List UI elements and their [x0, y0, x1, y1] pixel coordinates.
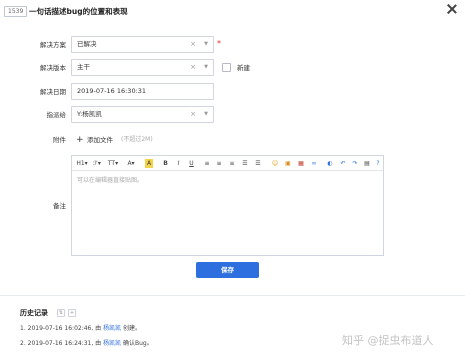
new-build-checkbox[interactable]	[222, 63, 231, 72]
comment-label: 备注	[53, 202, 66, 210]
build-value: 主干	[77, 63, 90, 71]
table-icon[interactable]: ▦	[297, 159, 305, 168]
history-entry-user[interactable]: 杨凯凯	[103, 325, 121, 332]
clear-icon[interactable]: ×	[190, 37, 196, 52]
date-value: 2019-07-16 16:30:31	[77, 87, 147, 95]
history-entry: 2. 2019-07-16 16:24:31, 由 杨凯凯 确认Bug。	[20, 339, 153, 348]
resolution-label: 解决方案	[40, 41, 66, 49]
bug-id-badge: 1539	[4, 6, 28, 17]
redo-icon[interactable]: ↷	[351, 159, 359, 168]
clear-format-icon[interactable]: ◐	[326, 159, 334, 168]
clear-icon[interactable]: ×	[190, 60, 196, 75]
divider	[0, 295, 465, 296]
emoji-icon[interactable]: ☺	[271, 159, 279, 168]
comment-editor[interactable]: H1▾ ℱ▾ TT▾ A▾ A B I U ≡ ≡ ≡ ☰ ☰ ☺ ▣ ▦ ∞ …	[71, 155, 384, 256]
history-entry-prefix: 1. 2019-07-16 16:02:46, 由	[20, 325, 104, 332]
new-build-label: 新建	[237, 64, 250, 72]
resolution-select[interactable]: 已解决 × ▼	[71, 36, 214, 53]
history-entry-action: 创建。	[121, 325, 142, 332]
close-icon[interactable]	[446, 3, 458, 15]
align-right-icon[interactable]: ≡	[228, 159, 236, 168]
history-entry-prefix: 2. 2019-07-16 16:24:31, 由	[20, 340, 104, 347]
font-size-icon[interactable]: TT▾	[107, 159, 119, 168]
font-color-icon[interactable]: A▾	[127, 159, 135, 168]
editor-placeholder: 可以在编辑器直接贴图。	[77, 177, 144, 184]
attach-size-hint: (不超过2M)	[121, 136, 153, 143]
ordered-list-icon[interactable]: ☰	[241, 159, 249, 168]
build-label: 解决版本	[40, 64, 66, 72]
add-file-button[interactable]: 添加文件	[87, 135, 113, 145]
chevron-down-icon: ▼	[204, 41, 208, 47]
link-icon[interactable]: ∞	[310, 159, 318, 168]
chevron-down-icon: ▼	[204, 64, 208, 70]
heading-icon[interactable]: H1▾	[76, 159, 88, 168]
clear-icon[interactable]: ×	[190, 107, 196, 122]
dialog-title: 一句话描述bug的位置和表现	[29, 7, 128, 16]
align-left-icon[interactable]: ≡	[203, 159, 211, 168]
history-entry: 1. 2019-07-16 16:02:46, 由 杨凯凯 创建。	[20, 324, 141, 333]
date-input[interactable]: 2019-07-16 16:30:31	[71, 83, 214, 100]
align-center-icon[interactable]: ≡	[215, 159, 223, 168]
history-sort-icon[interactable]: ⇅	[57, 309, 65, 317]
history-title: 历史记录	[20, 309, 48, 317]
highlight-icon[interactable]: A	[145, 159, 153, 168]
save-button[interactable]: 保存	[196, 262, 259, 278]
assign-value: Y:杨凯凯	[77, 110, 102, 118]
bold-icon[interactable]: B	[162, 159, 169, 168]
history-entry-user[interactable]: 杨凯凯	[103, 340, 121, 347]
help-icon[interactable]: ?	[374, 159, 382, 168]
build-select[interactable]: 主干 × ▼	[71, 59, 214, 76]
watermark: 知乎 @捉虫布道人	[342, 334, 434, 347]
required-marker: *	[217, 39, 221, 48]
plus-icon[interactable]: +	[76, 135, 84, 145]
assign-label: 指派给	[46, 111, 67, 119]
date-label: 解决日期	[40, 88, 66, 96]
resolution-value: 已解决	[77, 40, 97, 48]
undo-icon[interactable]: ↶	[339, 159, 347, 168]
image-icon[interactable]: ▣	[284, 159, 292, 168]
history-entry-action: 确认Bug。	[121, 340, 153, 347]
paste-icon[interactable]: ▤	[363, 159, 371, 168]
history-expand-icon[interactable]: +	[68, 309, 76, 317]
underline-icon[interactable]: U	[188, 159, 195, 168]
bullet-list-icon[interactable]: ☰	[254, 159, 262, 168]
italic-icon[interactable]: I	[175, 159, 182, 168]
editor-toolbar: H1▾ ℱ▾ TT▾ A▾ A B I U ≡ ≡ ≡ ☰ ☰ ☺ ▣ ▦ ∞ …	[72, 156, 383, 171]
attach-label: 附件	[53, 136, 66, 144]
chevron-down-icon: ▼	[204, 111, 208, 117]
assign-select[interactable]: Y:杨凯凯 × ▼	[71, 106, 214, 123]
font-family-icon[interactable]: ℱ▾	[92, 159, 102, 168]
